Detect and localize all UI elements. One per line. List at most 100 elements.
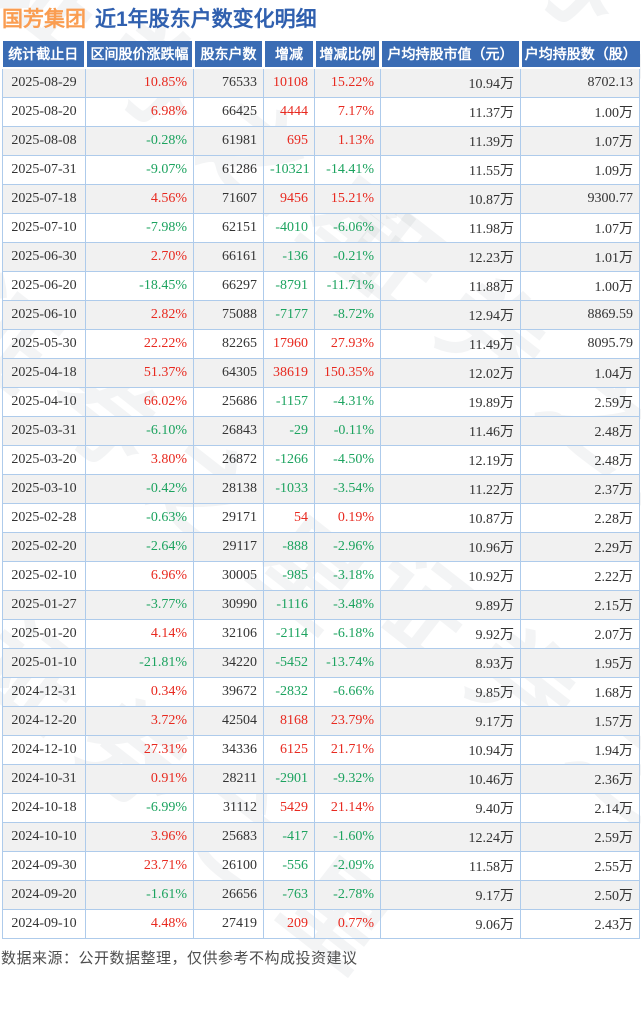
cell-holder-count: 66161 — [193, 242, 264, 272]
cell-avg-shares: 1.07万 — [520, 213, 640, 243]
cell-change-ratio: 15.21% — [314, 184, 381, 214]
cell-avg-market-value: 9.40万 — [380, 793, 521, 823]
column-header-holder-count: 股东户数 — [192, 41, 264, 69]
cell-pct-change: -6.99% — [85, 793, 194, 823]
cell-pct-change: 6.98% — [85, 97, 194, 127]
cell-pct-change: -18.45% — [85, 271, 194, 301]
table-row: 2025-07-18 4.56% 71607 9456 15.21% 10.87万 9300… — [2, 184, 640, 214]
cell-holder-count: 34220 — [193, 648, 264, 678]
cell-pct-change: -0.42% — [85, 474, 194, 504]
cell-avg-shares: 2.22万 — [520, 561, 640, 591]
shareholder-count-table: 统计截止日 区间股价涨跌幅 股东户数 增减 增减比例 户均持股市值（元） 户均持股数（股） … — [2, 41, 640, 939]
cell-change: 38619 — [263, 358, 315, 388]
table-body: 2025-08-29 10.85% 76533 10108 15.22% 10.94万 87… — [2, 67, 640, 939]
cell-change-ratio: 150.35% — [314, 358, 381, 388]
company-name-link[interactable]: 国芳集团 — [2, 8, 86, 31]
cell-pct-change: -6.10% — [85, 416, 194, 446]
cell-avg-market-value: 11.98万 — [380, 213, 521, 243]
cell-holder-count: 31112 — [193, 793, 264, 823]
cell-avg-market-value: 10.96万 — [380, 532, 521, 562]
cell-pct-change: -2.64% — [85, 532, 194, 562]
cell-avg-market-value: 9.92万 — [380, 619, 521, 649]
cell-holder-count: 27419 — [193, 909, 264, 939]
cell-date: 2025-03-31 — [2, 416, 86, 446]
cell-pct-change: 23.71% — [85, 851, 194, 881]
cell-change: -7177 — [263, 300, 315, 330]
cell-pct-change: 2.82% — [85, 300, 194, 330]
cell-holder-count: 29171 — [193, 503, 264, 533]
cell-date: 2025-06-30 — [2, 242, 86, 272]
cell-change: -2114 — [263, 619, 315, 649]
table-row: 2024-12-10 27.31% 34336 6125 21.71% 10.94万 1.9… — [2, 735, 640, 765]
cell-date: 2025-03-10 — [2, 474, 86, 504]
cell-change-ratio: -3.54% — [314, 474, 381, 504]
cell-avg-shares: 2.59万 — [520, 822, 640, 852]
cell-avg-market-value: 9.17万 — [380, 880, 521, 910]
cell-date: 2024-10-18 — [2, 793, 86, 823]
cell-change: -556 — [263, 851, 315, 881]
page-title: 国芳集团 近1年股东户数变化明细 — [2, 5, 317, 35]
table-row: 2024-10-31 0.91% 28211 -2901 -9.32% 10.46万 2.3… — [2, 764, 640, 794]
cell-pct-change: 66.02% — [85, 387, 194, 417]
table-row: 2025-01-20 4.14% 32106 -2114 -6.18% 9.92万 2.07… — [2, 619, 640, 649]
cell-holder-count: 42504 — [193, 706, 264, 736]
column-header-pct-change: 区间股价涨跌幅 — [84, 41, 194, 69]
cell-avg-market-value: 11.22万 — [380, 474, 521, 504]
cell-change-ratio: -6.06% — [314, 213, 381, 243]
cell-holder-count: 71607 — [193, 184, 264, 214]
cell-change: -1116 — [263, 590, 315, 620]
cell-date: 2024-09-10 — [2, 909, 86, 939]
cell-date: 2025-04-18 — [2, 358, 86, 388]
cell-change-ratio: -6.66% — [314, 677, 381, 707]
cell-date: 2024-09-30 — [2, 851, 86, 881]
cell-date: 2025-04-10 — [2, 387, 86, 417]
cell-avg-shares: 2.37万 — [520, 474, 640, 504]
cell-avg-shares: 2.07万 — [520, 619, 640, 649]
cell-holder-count: 26100 — [193, 851, 264, 881]
cell-avg-shares: 9300.77 — [520, 184, 640, 214]
cell-date: 2025-05-30 — [2, 329, 86, 359]
table-row: 2024-12-31 0.34% 39672 -2832 -6.66% 9.85万 1.68… — [2, 677, 640, 707]
cell-pct-change: 0.34% — [85, 677, 194, 707]
cell-change-ratio: -4.31% — [314, 387, 381, 417]
table-row: 2025-07-31 -9.07% 61286 -10321 -14.41% 11.55万… — [2, 155, 640, 185]
table-row: 2024-12-20 3.72% 42504 8168 23.79% 9.17万 1.57万 — [2, 706, 640, 736]
cell-avg-shares: 8702.13 — [520, 67, 640, 98]
cell-change-ratio: -14.41% — [314, 155, 381, 185]
cell-avg-market-value: 11.88万 — [380, 271, 521, 301]
cell-date: 2024-12-10 — [2, 735, 86, 765]
cell-change-ratio: -0.11% — [314, 416, 381, 446]
cell-date: 2024-12-31 — [2, 677, 86, 707]
table-row: 2024-09-20 -1.61% 26656 -763 -2.78% 9.17万 2.50… — [2, 880, 640, 910]
cell-avg-market-value: 11.39万 — [380, 126, 521, 156]
cell-change: -29 — [263, 416, 315, 446]
cell-date: 2025-02-10 — [2, 561, 86, 591]
cell-change-ratio: 0.19% — [314, 503, 381, 533]
cell-change-ratio: 15.22% — [314, 67, 381, 98]
cell-avg-shares: 1.01万 — [520, 242, 640, 272]
cell-avg-shares: 2.43万 — [520, 909, 640, 939]
cell-change-ratio: 23.79% — [314, 706, 381, 736]
cell-date: 2024-10-10 — [2, 822, 86, 852]
column-header-date: 统计截止日 — [2, 41, 86, 69]
cell-change: -763 — [263, 880, 315, 910]
table-row: 2025-01-10 -21.81% 34220 -5452 -13.74% 8.93万 1… — [2, 648, 640, 678]
cell-avg-shares: 2.48万 — [520, 445, 640, 475]
cell-change: 10108 — [263, 67, 315, 98]
cell-date: 2025-08-29 — [2, 67, 86, 98]
cell-change-ratio: 7.17% — [314, 97, 381, 127]
cell-change-ratio: -2.09% — [314, 851, 381, 881]
cell-date: 2025-07-31 — [2, 155, 86, 185]
cell-date: 2025-01-27 — [2, 590, 86, 620]
cell-avg-shares: 1.04万 — [520, 358, 640, 388]
cell-holder-count: 28211 — [193, 764, 264, 794]
cell-holder-count: 34336 — [193, 735, 264, 765]
cell-pct-change: 4.14% — [85, 619, 194, 649]
cell-date: 2025-08-08 — [2, 126, 86, 156]
cell-holder-count: 25683 — [193, 822, 264, 852]
cell-change-ratio: 0.77% — [314, 909, 381, 939]
cell-avg-market-value: 10.46万 — [380, 764, 521, 794]
table-row: 2025-06-20 -18.45% 66297 -8791 -11.71% 11.88万… — [2, 271, 640, 301]
cell-holder-count: 61286 — [193, 155, 264, 185]
cell-change-ratio: -4.50% — [314, 445, 381, 475]
